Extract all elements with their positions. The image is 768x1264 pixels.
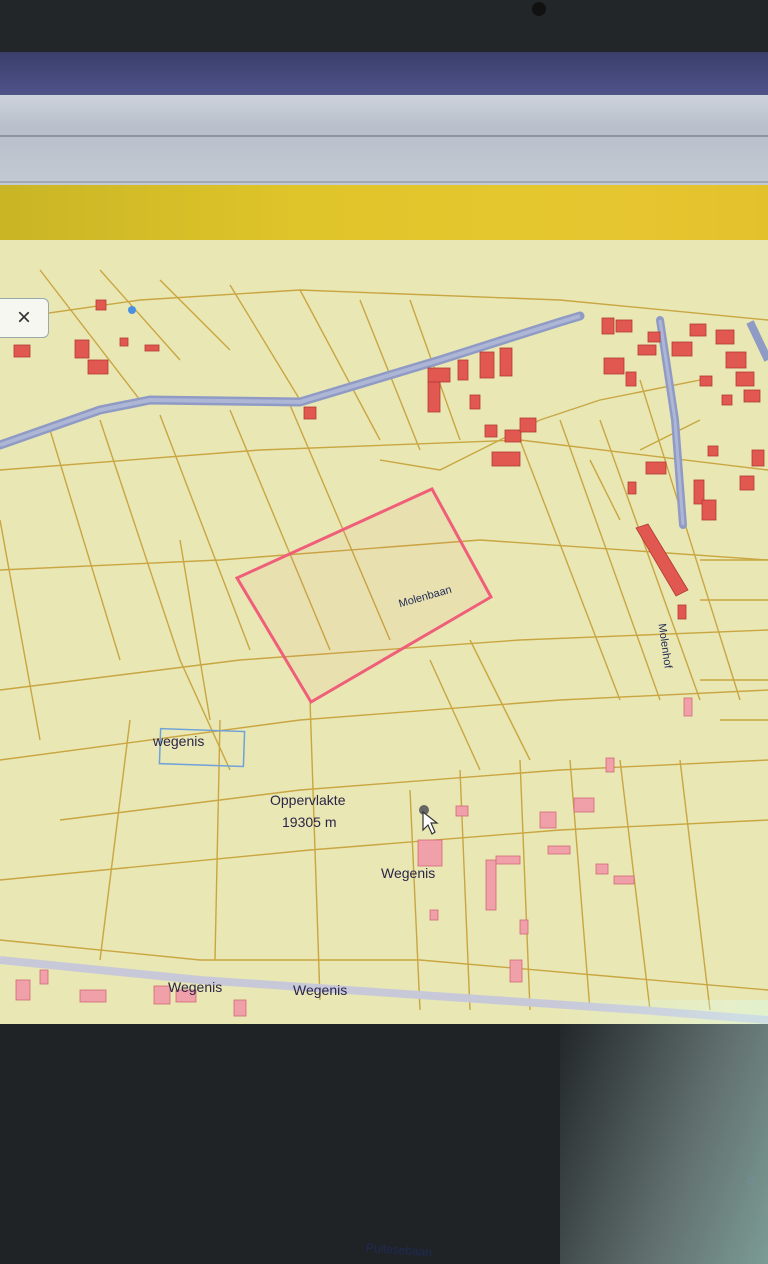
selection-area-value: 19305 m	[282, 814, 337, 830]
map-canvas[interactable]	[0, 240, 768, 1024]
parcel-label-wegenis-lower: Wegenis	[293, 982, 348, 998]
toolbar-divider	[0, 135, 768, 137]
selection-area-label: Oppervlakte	[270, 792, 346, 808]
close-button[interactable]: ×	[0, 298, 49, 338]
location-point-icon	[128, 306, 136, 314]
street-label-corner: D	[744, 1175, 759, 1187]
screen-glare	[560, 1000, 768, 1264]
cadastral-map[interactable]: Molenbaan Molenhof Pullesebaan D wegenis…	[0, 240, 768, 1264]
street-label-pullesebaan: Pullesebaan	[365, 1240, 433, 1260]
toolbar-divider	[0, 181, 768, 183]
parcel-label-wegenis-center: Wegenis	[381, 865, 436, 881]
parcel-label-wegenis-top: wegenis	[153, 733, 205, 749]
parcel-label-wegenis-boxed: Wegenis	[168, 979, 223, 995]
webcam-icon	[532, 2, 546, 16]
